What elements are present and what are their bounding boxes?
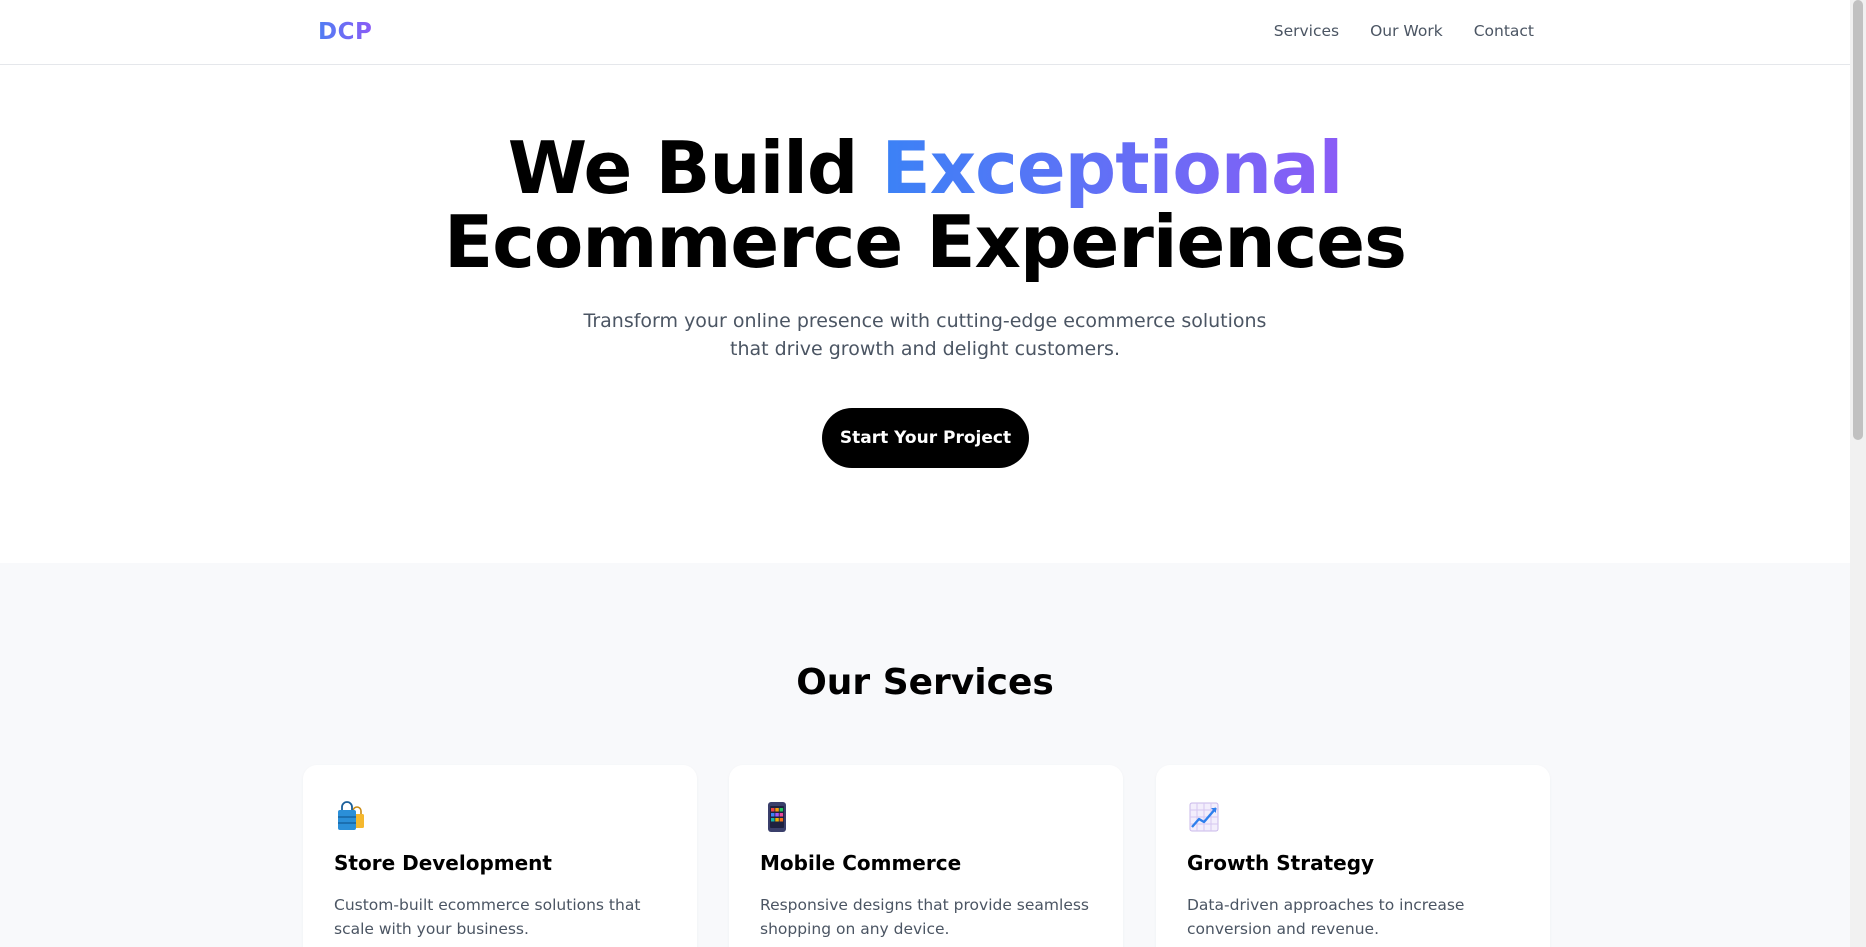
services-title: Our Services bbox=[796, 662, 1054, 703]
hero-title: We Build Exceptional Ecommerce Experienc… bbox=[0, 131, 1850, 279]
nav-link-contact[interactable]: Contact bbox=[1474, 22, 1534, 40]
scrollbar-thumb[interactable] bbox=[1853, 0, 1863, 440]
main-nav: Services Our Work Contact bbox=[1274, 22, 1534, 40]
services-section: Our Services Store Development Custom-bu… bbox=[0, 563, 1850, 947]
hero-subtitle: Transform your online presence with cutt… bbox=[583, 310, 1267, 360]
service-card-mobile-commerce: Mobile Commerce Responsive designs that … bbox=[729, 765, 1123, 947]
nav-link-our-work[interactable]: Our Work bbox=[1370, 22, 1443, 40]
chart-increasing-icon bbox=[1189, 802, 1219, 832]
card-description: Custom-built ecommerce solutions that sc… bbox=[334, 896, 641, 938]
hero-title-part1: We Build bbox=[507, 126, 882, 210]
nav-link-services[interactable]: Services bbox=[1274, 22, 1339, 40]
hero-section: We Build Exceptional Ecommerce Experienc… bbox=[0, 65, 1850, 563]
card-title: Mobile Commerce bbox=[760, 851, 962, 875]
mobile-phone-icon bbox=[768, 802, 786, 832]
logo[interactable]: DCP bbox=[318, 19, 372, 45]
card-title: Store Development bbox=[334, 851, 552, 875]
service-card-store-development: Store Development Custom-built ecommerce… bbox=[303, 765, 697, 947]
card-description: Responsive designs that provide seamless… bbox=[760, 896, 1090, 938]
start-project-button[interactable]: Start Your Project bbox=[822, 408, 1029, 468]
card-description: Data-driven approaches to increase conve… bbox=[1187, 896, 1465, 938]
site-header: DCP Services Our Work Contact bbox=[0, 0, 1850, 65]
service-card-growth-strategy: Growth Strategy Data-driven approaches t… bbox=[1156, 765, 1550, 947]
hero-title-part2: Ecommerce Experiences bbox=[444, 200, 1407, 284]
hero-title-accent: Exceptional bbox=[881, 126, 1344, 210]
card-title: Growth Strategy bbox=[1187, 851, 1375, 875]
shopping-bags-icon bbox=[338, 801, 364, 830]
page-scrollbar[interactable] bbox=[1850, 0, 1866, 947]
